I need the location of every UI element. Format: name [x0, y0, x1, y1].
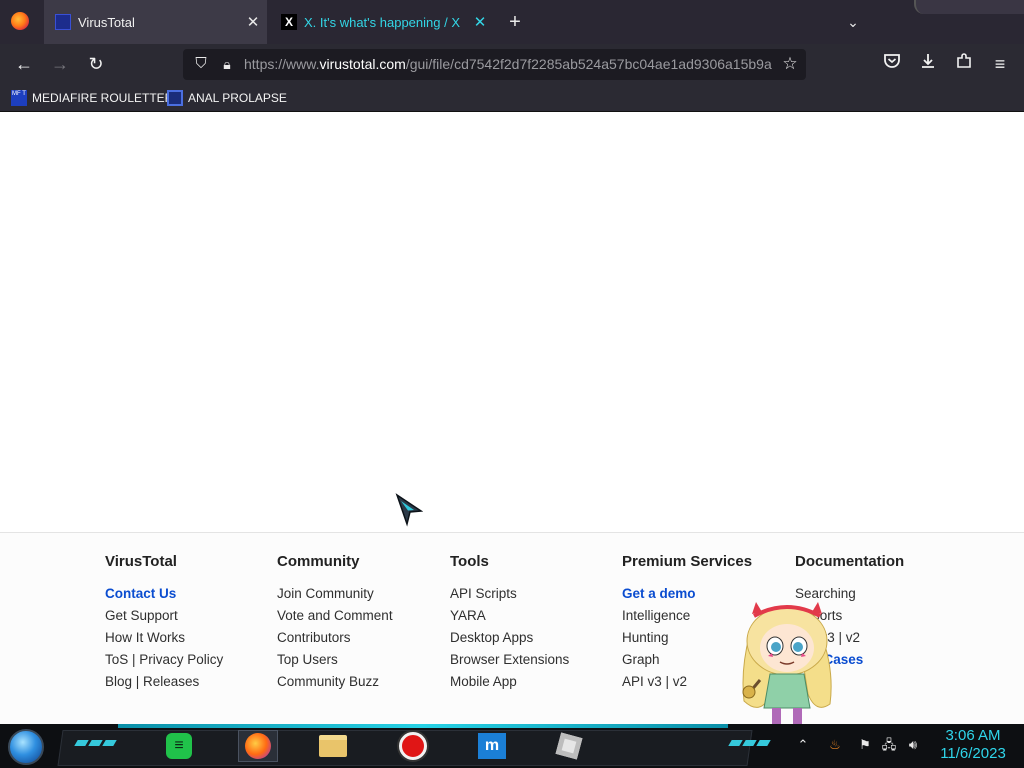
tab-title: VirusTotal	[78, 14, 135, 30]
footer-heading: VirusTotal	[105, 553, 177, 570]
record-icon[interactable]	[396, 730, 430, 762]
pocket-icon[interactable]	[880, 52, 904, 76]
lock-icon[interactable]: 🔒︎	[218, 54, 236, 74]
footer-link[interactable]: YARA	[450, 607, 620, 629]
url-path: /gui/file/cd7542f2d7f2285ab524a57bc04ae1…	[405, 56, 772, 72]
tab-virustotal[interactable]: VirusTotal ✕	[44, 0, 267, 44]
taskbar: ≡ m ⌃ ♨ ⚑ 🖧︎ 🔊︎ 3:06 AM 11/6/2023	[0, 724, 1024, 768]
footer-link[interactable]: Contributors	[277, 629, 447, 651]
tab-x[interactable]: X X. It's what's happening / X ✕	[270, 0, 494, 44]
title-bar-decoration	[914, 0, 1024, 14]
spotify-icon[interactable]: ≡	[162, 730, 196, 762]
system-clock[interactable]: 3:06 AM 11/6/2023	[930, 727, 1016, 763]
footer-link[interactable]: API Scripts	[450, 585, 620, 607]
bookmark-star-icon[interactable]: ☆	[780, 54, 800, 74]
footer-link[interactable]: Blog | Releases	[105, 673, 275, 695]
footer-link[interactable]: Browser Extensions	[450, 651, 620, 673]
forward-arrow-icon[interactable]: →	[48, 52, 72, 76]
mediafire-icon: MF T	[11, 90, 27, 106]
clock-date: 11/6/2023	[940, 745, 1006, 762]
chevron-down-icon[interactable]: ⌄	[843, 12, 863, 32]
url-domain: virustotal.com	[319, 56, 406, 72]
x-logo-icon: X	[281, 14, 297, 30]
footer-heading: Documentation	[795, 553, 905, 570]
footer-link[interactable]: Desktop Apps	[450, 629, 620, 651]
footer-column-community: Community Join Community Vote and Commen…	[277, 553, 447, 695]
bookmark-second[interactable]: ANAL PROLAPSE	[167, 89, 287, 107]
navigation-toolbar: ← → ↻ ⛉ 🔒︎ https://www.virustotal.com/gu…	[0, 44, 1024, 84]
site-footer: VirusTotal Contact Us Get Support How It…	[0, 532, 1024, 724]
cartoon-character-overlay	[742, 602, 832, 724]
footer-column-tools: Tools API Scripts YARA Desktop Apps Brow…	[450, 553, 620, 695]
tab-title: X. It's what's happening / X	[304, 14, 460, 30]
back-arrow-icon[interactable]: ←	[12, 52, 36, 76]
maxthon-glyph: m	[478, 733, 506, 759]
tab-close-icon[interactable]: ✕	[239, 13, 267, 31]
footer-link[interactable]: Contact Us	[105, 585, 275, 607]
taskbar-decoration	[74, 740, 117, 748]
footer-link[interactable]: Top Users	[277, 651, 447, 673]
footer-link[interactable]: How It Works	[105, 629, 275, 651]
footer-link[interactable]: Mobile App	[450, 673, 620, 695]
footer-link[interactable]: Join Community	[277, 585, 447, 607]
hamburger-menu-icon[interactable]: ≡	[988, 52, 1012, 76]
bookmark-label: MEDIAFIRE ROULETTER	[32, 91, 174, 105]
address-bar[interactable]: ⛉ 🔒︎ https://www.virustotal.com/gui/file…	[183, 49, 806, 80]
footer-link[interactable]: ToS | Privacy Policy	[105, 651, 275, 673]
footer-link[interactable]: Get Support	[105, 607, 275, 629]
roblox-icon[interactable]	[552, 730, 586, 762]
virustotal-icon	[55, 14, 71, 30]
firefox-icon[interactable]	[238, 730, 278, 762]
show-hidden-icons-icon[interactable]: ⌃	[794, 736, 812, 754]
flag-icon[interactable]: ⚑	[856, 736, 874, 754]
taskbar-decoration	[728, 740, 771, 748]
network-icon[interactable]: 🖧︎	[880, 736, 898, 754]
bookmarks-toolbar: MF T MEDIAFIRE ROULETTER ANAL PROLAPSE	[0, 84, 1024, 112]
footer-heading: Tools	[450, 553, 489, 570]
bookmark-mediafire[interactable]: MF T MEDIAFIRE ROULETTER	[11, 89, 173, 107]
url-text[interactable]: https://www.virustotal.com/gui/file/cd75…	[244, 56, 774, 74]
tab-close-icon[interactable]: ✕	[466, 13, 494, 31]
footer-column-virustotal: VirusTotal Contact Us Get Support How It…	[105, 553, 275, 695]
reload-icon[interactable]: ↻	[84, 52, 108, 76]
download-icon[interactable]	[916, 52, 940, 76]
volume-icon[interactable]: 🔊︎	[904, 736, 922, 754]
footer-link[interactable]: Vote and Comment	[277, 607, 447, 629]
footer-heading: Community	[277, 553, 360, 570]
url-prefix: https://www.	[244, 56, 320, 72]
firefox-menu-icon[interactable]	[11, 12, 29, 30]
new-tab-icon[interactable]: +	[503, 10, 527, 34]
bookmark-icon	[167, 90, 183, 106]
java-icon[interactable]: ♨	[826, 736, 844, 754]
mouse-cursor-icon	[395, 493, 423, 527]
maxthon-icon[interactable]: m	[475, 730, 509, 762]
shield-icon[interactable]: ⛉	[191, 54, 211, 74]
tab-bar: VirusTotal ✕ X X. It's what's happening …	[0, 0, 1024, 44]
taskbar-accent-band	[118, 724, 728, 728]
file-explorer-icon[interactable]	[316, 730, 350, 762]
bookmark-label: ANAL PROLAPSE	[188, 91, 287, 105]
start-button-icon[interactable]	[8, 729, 44, 765]
footer-link[interactable]: Community Buzz	[277, 673, 447, 695]
clock-time: 3:06 AM	[945, 727, 1001, 744]
extensions-icon[interactable]	[952, 52, 976, 76]
footer-heading: Premium Services	[622, 553, 753, 570]
